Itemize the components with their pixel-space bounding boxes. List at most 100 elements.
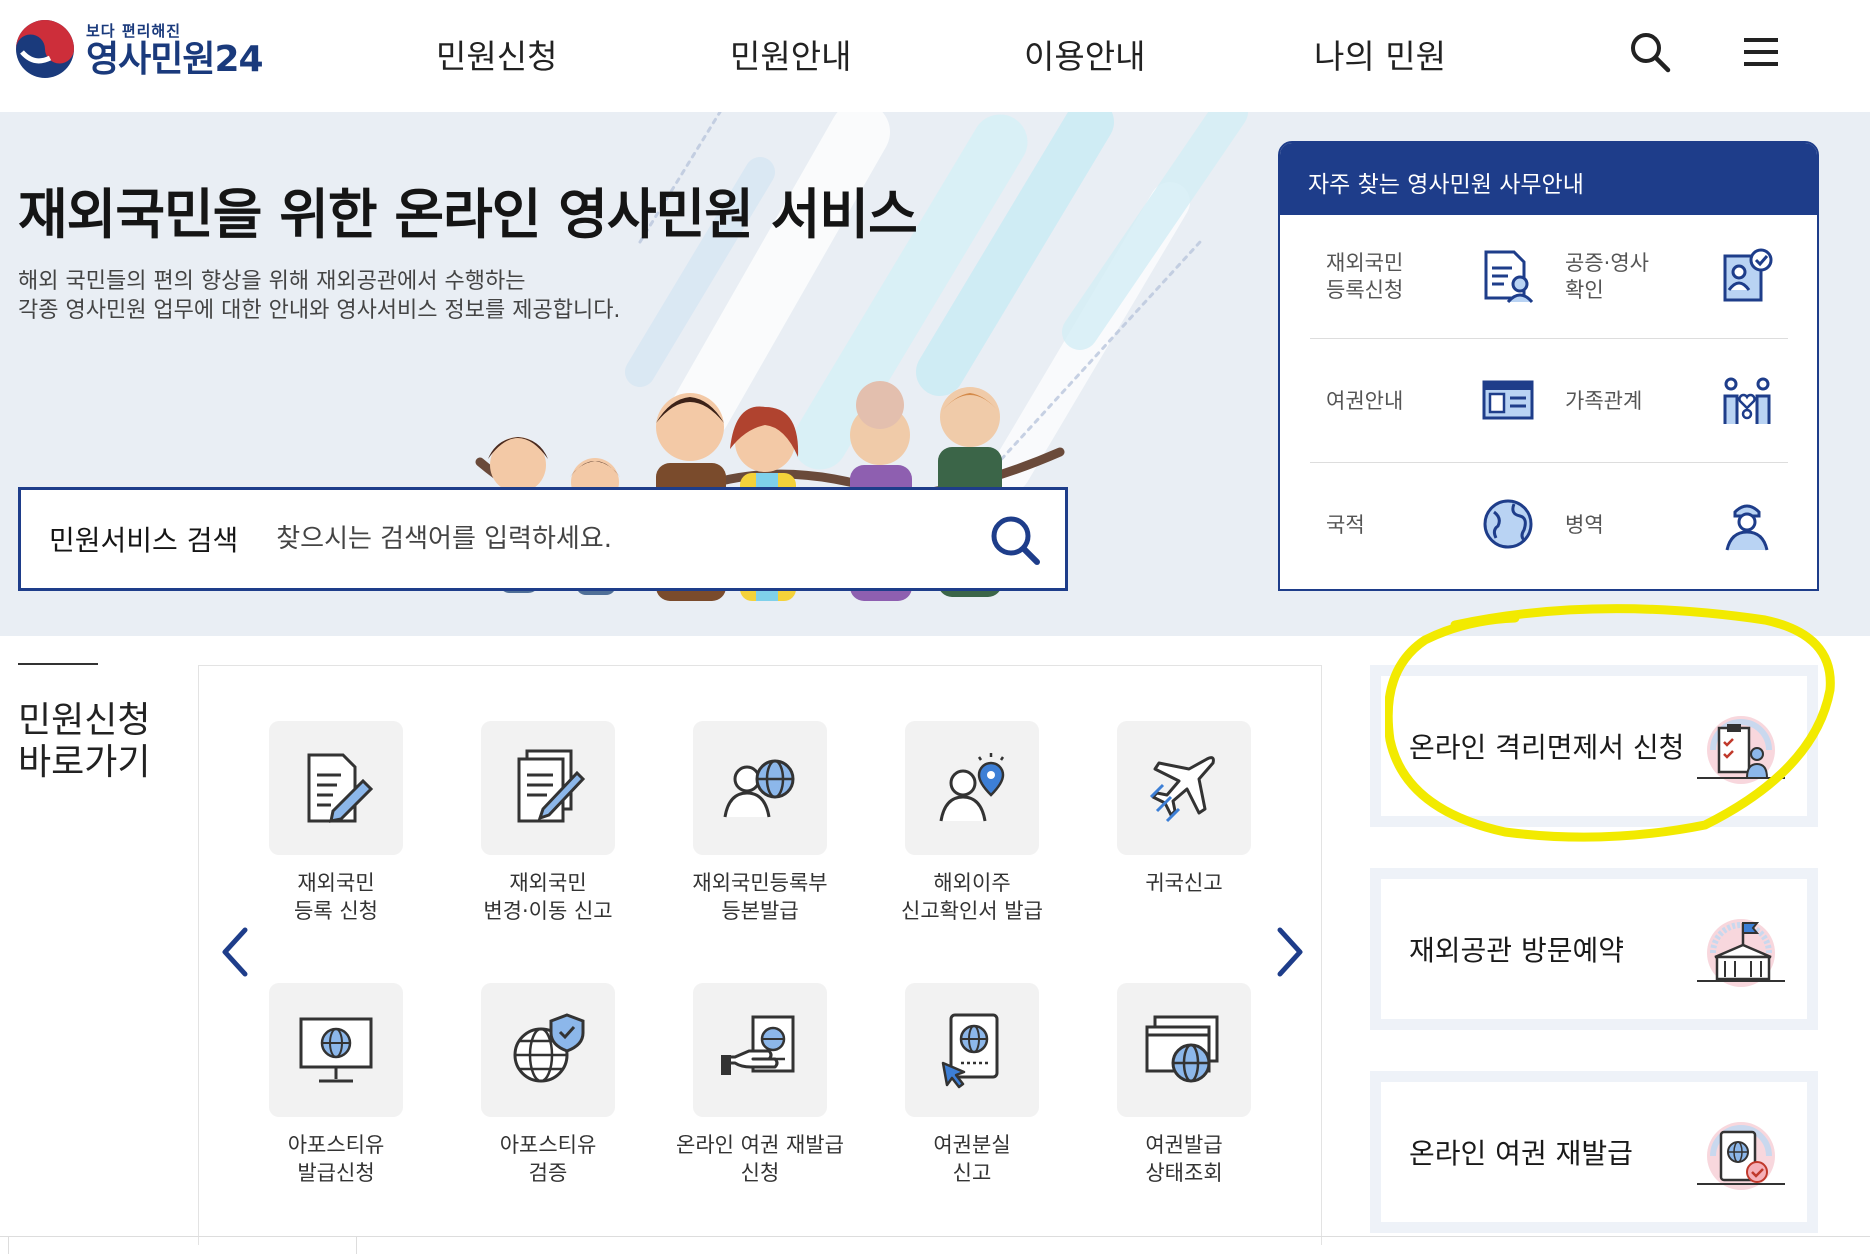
office-item-nationality[interactable]: 국적 xyxy=(1310,463,1549,587)
tile-label-line: 신고확인서 발급 xyxy=(901,899,1043,923)
office-label: 국적 xyxy=(1326,512,1365,537)
passport-check-icon xyxy=(1697,1122,1785,1190)
quick-card-label: 온라인 격리면제서 신청 xyxy=(1409,731,1685,764)
taegeuk-logo-icon xyxy=(16,20,74,78)
tile-label-line: 아포스티유 xyxy=(499,1133,597,1157)
windows-globe-icon xyxy=(1145,1015,1219,1083)
tile-label-line: 온라인 여권 재발급 xyxy=(676,1133,844,1157)
office-row: 재외국민 등록신청 공증·영사 확인 xyxy=(1310,215,1788,339)
certificate-check-icon xyxy=(1723,248,1773,302)
shortcut-tile-online-passport-reissue[interactable]: 온라인 여권 재발급 신청 xyxy=(660,983,860,1187)
tile-label-line: 신청 xyxy=(740,1161,780,1185)
tile-label: 귀국신고 xyxy=(1084,869,1284,897)
tile-label-line: 신고 xyxy=(952,1161,992,1185)
tile-label: 아포스티유 발급신청 xyxy=(236,1131,436,1187)
bottom-divider xyxy=(8,1236,9,1254)
embassy-building-icon xyxy=(1697,919,1785,987)
hand-passport-icon xyxy=(721,1015,795,1075)
passport-cursor-icon xyxy=(941,1013,999,1089)
tile-label-line: 재외국민 xyxy=(297,871,375,895)
office-label: 가족관계 xyxy=(1565,388,1643,413)
tile-label-line: 아포스티유 xyxy=(287,1133,385,1157)
tile-label: 해외이주 신고확인서 발급 xyxy=(872,869,1072,925)
monitor-globe-icon xyxy=(299,1017,373,1083)
office-item-resident-registration[interactable]: 재외국민 등록신청 xyxy=(1310,215,1549,339)
search-label: 민원서비스 검색 xyxy=(49,524,239,557)
search-input[interactable] xyxy=(276,524,957,554)
office-row: 국적 병역 xyxy=(1310,463,1788,587)
tile-label-line: 여권발급 xyxy=(1145,1133,1223,1157)
tile-icon-box xyxy=(693,983,827,1117)
tile-label: 재외국민 등록 신청 xyxy=(236,869,436,925)
person-location-icon xyxy=(939,753,1005,822)
chevron-right-icon[interactable] xyxy=(1272,924,1306,980)
shortcut-title-line-1: 민원신청 xyxy=(18,700,151,741)
tile-label: 아포스티유 검증 xyxy=(448,1131,648,1187)
form-pen-icon xyxy=(307,753,374,823)
quick-card-quarantine-exemption[interactable]: 온라인 격리면제서 신청 xyxy=(1370,665,1818,827)
chevron-left-icon[interactable] xyxy=(219,924,253,980)
shortcut-tile-resident-registration[interactable]: 재외국민 등록 신청 xyxy=(236,721,436,925)
tile-label-line: 재외국민등록부 xyxy=(692,871,828,895)
tile-label: 온라인 여권 재발급 신청 xyxy=(660,1131,860,1187)
tile-label-line: 재외국민 xyxy=(509,871,587,895)
shortcut-tile-emigration-certificate[interactable]: 해외이주 신고확인서 발급 xyxy=(872,721,1072,925)
quick-card-online-passport-reissue[interactable]: 온라인 여권 재발급 xyxy=(1370,1071,1818,1233)
family-icon xyxy=(1723,377,1771,424)
office-label: 병역 xyxy=(1565,512,1604,537)
office-row: 여권안내 가족관계 xyxy=(1310,339,1788,463)
site-logo[interactable]: 보다 편리해진 영사민원24 xyxy=(14,18,264,80)
shortcut-tile-apostille-apply[interactable]: 아포스티유 발급신청 xyxy=(236,983,436,1187)
tile-label: 재외국민등록부 등본발급 xyxy=(660,869,860,925)
soldier-icon xyxy=(1725,504,1769,551)
office-label: 확인 xyxy=(1565,278,1604,302)
quick-card-label: 온라인 여권 재발급 xyxy=(1409,1137,1633,1170)
search-submit-icon[interactable] xyxy=(987,512,1043,568)
shortcut-tile-passport-status[interactable]: 여권발급 상태조회 xyxy=(1084,983,1284,1187)
tile-label-line: 변경·이동 신고 xyxy=(483,899,613,923)
shortcut-tile-return-report[interactable]: 귀국신고 xyxy=(1084,721,1284,897)
hero-title: 재외국민을 위한 온라인 영사민원 서비스 xyxy=(18,183,918,246)
tile-icon-box xyxy=(269,721,403,855)
menu-icon[interactable] xyxy=(1740,30,1784,74)
office-item-military[interactable]: 병역 xyxy=(1549,463,1788,587)
nav-apply[interactable]: 민원신청 xyxy=(436,30,557,78)
tile-label: 여권발급 상태조회 xyxy=(1084,1131,1284,1187)
tile-label-line: 검증 xyxy=(528,1161,568,1185)
tile-icon-box xyxy=(481,721,615,855)
nav-guide[interactable]: 민원안내 xyxy=(730,30,851,78)
tile-label-line: 귀국신고 xyxy=(1145,871,1223,895)
bottom-divider xyxy=(0,1236,1870,1237)
nav-my-requests[interactable]: 나의 민원 xyxy=(1314,30,1446,78)
airplane-icon xyxy=(1149,756,1215,823)
quick-card-embassy-reservation[interactable]: 재외공관 방문예약 xyxy=(1370,868,1818,1030)
hero-description: 해외 국민들의 편의 향상을 위해 재외공관에서 수행하는 각종 영사민원 업무… xyxy=(18,267,620,325)
office-item-passport[interactable]: 여권안내 xyxy=(1310,339,1549,463)
office-guide-card: 자주 찾는 영사민원 사무안내 재외국민 등록신청 공증·영사 확인 여권안내 … xyxy=(1278,141,1819,591)
tile-label-line: 등록 신청 xyxy=(294,899,378,923)
search-icon[interactable] xyxy=(1628,30,1672,74)
bottom-divider xyxy=(356,1236,357,1254)
document-edit-icon xyxy=(517,749,586,823)
shortcut-section-title: 민원신청 바로가기 xyxy=(18,700,150,784)
tile-label-line: 여권분실 xyxy=(933,1133,1011,1157)
tile-label-line: 발급신청 xyxy=(297,1161,375,1185)
hero-description-line-1: 해외 국민들의 편의 향상을 위해 재외공관에서 수행하는 xyxy=(18,269,526,294)
shortcut-tile-resident-change[interactable]: 재외국민 변경·이동 신고 xyxy=(448,721,648,925)
tile-icon-box xyxy=(481,983,615,1117)
document-person-icon xyxy=(1484,250,1534,304)
shortcut-tile-apostille-verify[interactable]: 아포스티유 검증 xyxy=(448,983,648,1187)
tile-icon-box xyxy=(693,721,827,855)
office-item-notarization[interactable]: 공증·영사 확인 xyxy=(1549,215,1788,339)
tile-icon-box xyxy=(905,721,1039,855)
office-item-family-relation[interactable]: 가족관계 xyxy=(1549,339,1788,463)
tile-label-line: 상태조회 xyxy=(1145,1161,1223,1185)
tile-label-line: 등본발급 xyxy=(721,899,799,923)
shortcut-tile-passport-loss[interactable]: 여권분실 신고 xyxy=(872,983,1072,1187)
nav-usage[interactable]: 이용안내 xyxy=(1024,30,1145,78)
person-globe-icon xyxy=(723,759,795,818)
tile-icon-box xyxy=(1117,721,1251,855)
shortcut-title-line-2: 바로가기 xyxy=(18,742,151,783)
office-label: 공증·영사 xyxy=(1565,251,1649,275)
shortcut-tile-registry-copy[interactable]: 재외국민등록부 등본발급 xyxy=(660,721,860,925)
